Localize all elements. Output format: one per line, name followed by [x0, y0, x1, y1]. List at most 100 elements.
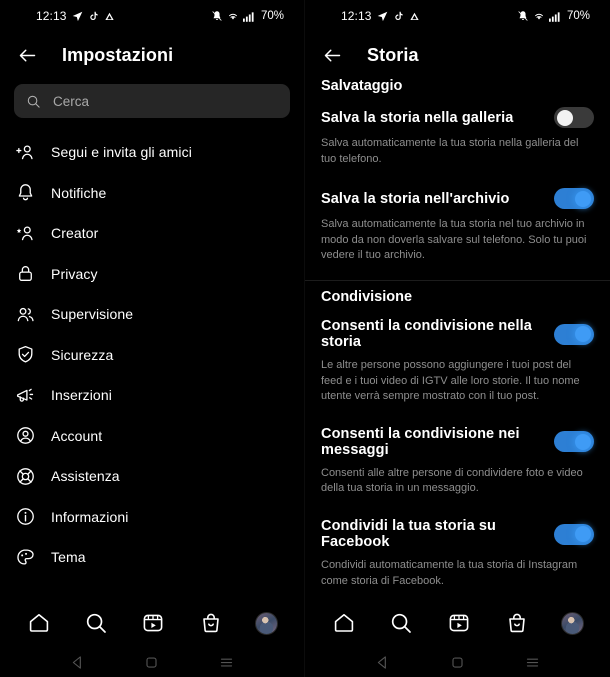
setting-row-salva-archivio[interactable]: Salva la storia nell'archivio: [305, 177, 610, 215]
setting-row-condividi-facebook[interactable]: Condividi la tua storia su Facebook: [305, 507, 610, 556]
toggle-knob: [575, 190, 591, 207]
menu-lines-icon[interactable]: [216, 651, 238, 673]
status-bar-right-group: 70%: [211, 10, 284, 22]
signal-bars-icon: [548, 11, 562, 22]
back-arrow-icon[interactable]: [14, 42, 40, 68]
setting-description: Consenti alle altre persone di condivide…: [321, 466, 583, 495]
signal-bars-icon: [242, 11, 256, 22]
search-icon: [26, 94, 41, 109]
toggle-condivisione-storia[interactable]: [554, 323, 594, 345]
sidebar-item-segui-e-invita-gli-amici[interactable]: Segui e invita gli amici: [0, 132, 304, 173]
android-nav-left: [0, 647, 304, 677]
search-icon[interactable]: [83, 610, 109, 636]
status-bar-left: 12:13 70%: [0, 0, 304, 32]
status-time: 12:13: [36, 9, 67, 23]
sidebar-item-label: Account: [51, 427, 103, 444]
people-icon: [14, 303, 37, 326]
setting-row-salva-galleria[interactable]: Salva la storia nella galleria: [305, 96, 610, 134]
status-bar-right-group: 70%: [517, 10, 590, 22]
dual-screenshot: 12:13 70% Impostazioni Cerca Segui e inv…: [0, 0, 610, 677]
battery-percent: 70%: [260, 10, 284, 22]
toggle-condividi-facebook[interactable]: [554, 523, 594, 545]
settings-header: Impostazioni: [0, 32, 304, 78]
toggle-knob: [575, 526, 591, 543]
lifebuoy-icon: [14, 465, 37, 488]
sidebar-item-informazioni[interactable]: Informazioni: [0, 497, 304, 538]
battery-percent: 70%: [566, 10, 590, 22]
lock-icon: [14, 262, 37, 285]
sidebar-item-assistenza[interactable]: Assistenza: [0, 456, 304, 497]
status-time: 12:13: [341, 9, 372, 23]
toggle-salva-galleria[interactable]: [554, 107, 594, 128]
home-icon[interactable]: [331, 610, 357, 636]
status-bar-left-group: 12:13: [341, 9, 420, 23]
sidebar-item-sicurezza[interactable]: Sicurezza: [0, 335, 304, 376]
profile-avatar[interactable]: [561, 611, 585, 635]
triangle-icon: [409, 11, 420, 22]
info-circle-icon: [14, 505, 37, 528]
setting-label: Salva la storia nella galleria: [321, 109, 514, 126]
toggle-salva-archivio[interactable]: [554, 188, 594, 210]
setting-label: Consenti la condivisione nei messaggi: [321, 425, 520, 458]
menu-lines-icon[interactable]: [522, 651, 544, 673]
sidebar-item-tema[interactable]: Tema: [0, 537, 304, 578]
reels-icon[interactable]: [446, 610, 472, 636]
sidebar-item-inserzioni[interactable]: Inserzioni: [0, 375, 304, 416]
sidebar-item-supervisione[interactable]: Supervisione: [0, 294, 304, 335]
setting-label: Salva la storia nell'archivio: [321, 190, 510, 207]
sidebar-item-privacy[interactable]: Privacy: [0, 254, 304, 295]
profile-avatar[interactable]: [255, 611, 279, 635]
back-triangle-icon[interactable]: [66, 651, 88, 673]
sidebar-item-label: Notifiche: [51, 184, 107, 201]
setting-description: Salva automaticamente la tua storia nel …: [321, 218, 587, 262]
sidebar-item-account[interactable]: Account: [0, 416, 304, 457]
person-star-icon: [14, 222, 37, 245]
search-icon[interactable]: [388, 610, 414, 636]
back-triangle-icon[interactable]: [372, 651, 394, 673]
setting-label: Condividi la tua storia su Facebook: [321, 518, 497, 551]
sidebar-item-label: Tema: [51, 549, 86, 566]
search-container: Cerca: [0, 78, 304, 128]
shop-icon[interactable]: [504, 610, 530, 636]
search-placeholder: Cerca: [53, 93, 90, 109]
home-square-icon[interactable]: [447, 651, 469, 673]
toggle-condivisione-messaggi[interactable]: [554, 431, 594, 453]
setting-label: Consenti la condivisione nella storia: [321, 318, 532, 351]
sidebar-item-label: Creator: [51, 225, 99, 242]
toggle-knob: [575, 326, 591, 343]
setting-row-condivisione-messaggi[interactable]: Consenti la condivisione nei messaggi: [305, 415, 610, 464]
sidebar-item-notifiche[interactable]: Notifiche: [0, 173, 304, 214]
story-header: Storia: [305, 32, 610, 78]
triangle-icon: [104, 11, 115, 22]
home-icon[interactable]: [26, 610, 52, 636]
search-input[interactable]: Cerca: [14, 84, 290, 118]
sidebar-item-label: Informazioni: [51, 508, 129, 525]
reels-icon[interactable]: [140, 610, 166, 636]
sidebar-item-creator[interactable]: Creator: [0, 213, 304, 254]
tiktok-icon: [88, 11, 99, 22]
bottom-nav-right: [305, 599, 610, 647]
wifi-icon: [227, 10, 239, 22]
setting-row-condivisione-storia[interactable]: Consenti la condivisione nella storia: [305, 307, 610, 356]
sidebar-item-label: Assistenza: [51, 468, 120, 485]
home-square-icon[interactable]: [141, 651, 163, 673]
sidebar-item-label: Supervisione: [51, 306, 134, 323]
toggle-knob: [557, 109, 573, 126]
page-title: Storia: [367, 44, 419, 65]
sidebar-item-label: Privacy: [51, 265, 98, 282]
shop-icon[interactable]: [198, 610, 224, 636]
sidebar-item-label: Inserzioni: [51, 387, 112, 404]
sidebar-item-label: Sicurezza: [51, 346, 114, 363]
back-arrow-icon[interactable]: [319, 42, 345, 68]
page-title: Impostazioni: [62, 44, 174, 65]
settings-screen: 12:13 70% Impostazioni Cerca Segui e inv…: [0, 0, 305, 677]
status-bar-right: 12:13 70%: [305, 0, 610, 32]
bell-muted-icon: [517, 10, 529, 22]
section-header-condivisione: Condivisione: [321, 289, 413, 306]
story-settings-list[interactable]: Salvataggio Salva la storia nella galler…: [305, 78, 610, 599]
setting-description: Condividi automaticamente la tua storia …: [321, 559, 578, 587]
location-arrow-icon: [72, 11, 83, 22]
settings-menu: Segui e invita gli amici Notifiche Creat…: [0, 128, 304, 599]
palette-icon: [14, 546, 37, 569]
status-bar-left-group: 12:13: [36, 9, 115, 23]
